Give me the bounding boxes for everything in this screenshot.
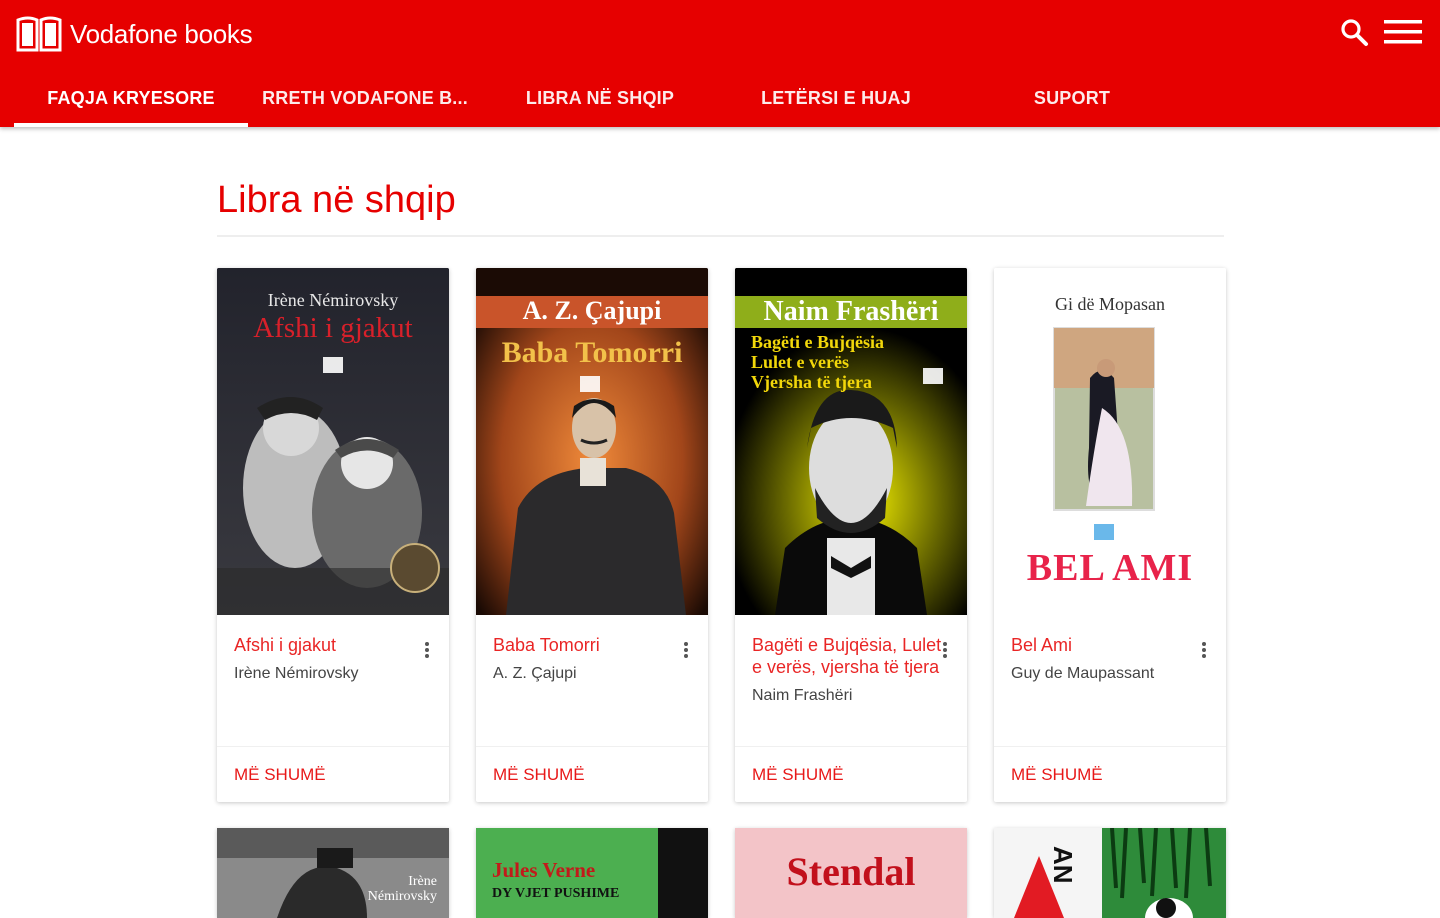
cover-line: Vjersha të tjera <box>751 372 872 392</box>
book-card[interactable]: Irène Némirovsky Afshi i gjakut Afshi i … <box>217 268 449 802</box>
more-button[interactable]: MË SHUMË <box>234 765 326 785</box>
more-vert-icon[interactable] <box>935 638 955 662</box>
tab-rreth-vodafone[interactable]: RRETH VODAFONE B... <box>248 70 482 127</box>
tab-label: RRETH VODAFONE B... <box>262 88 468 108</box>
card-actions: MË SHUMË <box>994 746 1226 802</box>
cover-line: Bagëti e Bujqësia <box>751 332 884 352</box>
divider <box>217 235 1224 237</box>
tab-suport[interactable]: SUPORT <box>954 70 1190 127</box>
book-cover[interactable]: Irène Némirovsky Afshi i gjakut <box>217 268 449 615</box>
cover-author: Naim Frashëri <box>763 296 939 327</box>
card-actions: MË SHUMË <box>217 746 449 802</box>
more-vert-icon[interactable] <box>676 638 696 662</box>
brand-name: Vodafone books <box>70 18 253 49</box>
book-card[interactable]: Naim Frashëri Bagëti e Bujqësia Lulet e … <box>735 268 967 802</box>
book-cover[interactable]: A. Z. Çajupi Baba Tomorri <box>476 268 708 615</box>
more-button[interactable]: MË SHUMË <box>1011 765 1103 785</box>
book-card[interactable]: Irène Némirovsky <box>217 828 449 918</box>
cover-author: Jules Verne <box>492 858 596 882</box>
book-card[interactable]: Stendal <box>735 828 967 918</box>
tab-label: SUPORT <box>1033 88 1111 108</box>
brand[interactable]: Vodafone books <box>16 14 253 54</box>
book-title[interactable]: Baba Tomorri <box>493 634 683 656</box>
book-cover[interactable]: Naim Frashëri Bagëti e Bujqësia Lulet e … <box>735 268 967 615</box>
book-author: Naim Frashëri <box>752 687 853 704</box>
book-author: Irène Némirovsky <box>234 665 359 682</box>
card-actions: MË SHUMË <box>735 746 967 802</box>
tab-label: LETËRSI E HUAJ <box>761 88 911 108</box>
cover-title: Baba Tomorri <box>501 336 683 369</box>
cover-title: BEL AMI <box>1026 547 1194 589</box>
cover-title: AN <box>1048 846 1078 884</box>
tab-letersi-e-huaj[interactable]: LETËRSI E HUAJ <box>718 70 954 127</box>
book-author: A. Z. Çajupi <box>493 665 577 682</box>
book-title[interactable]: Afshi i gjakut <box>234 634 424 656</box>
search-icon[interactable] <box>1336 14 1372 50</box>
main-content: Libra në shqip Irène Némirovsky Afshi i <box>0 127 1440 918</box>
tab-bar: FAQJA KRYESORE RRETH VODAFONE B... LIBRA… <box>14 70 1190 127</box>
tab-label: FAQJA KRYESORE <box>47 88 215 108</box>
app-bar: Vodafone books FAQJA KRYESORE RRETH VODA… <box>0 0 1440 127</box>
page-title: Libra në shqip <box>217 179 456 221</box>
book-author: Guy de Maupassant <box>1011 665 1155 682</box>
cover-author: Gi dë Mopasan <box>1055 294 1165 314</box>
book-title[interactable]: Bagëti e Bujqësia, Lulet e verës, vjersh… <box>752 634 942 678</box>
book-logo-icon <box>16 16 62 52</box>
more-vert-icon[interactable] <box>417 638 437 662</box>
book-cover[interactable] <box>217 828 449 918</box>
more-button[interactable]: MË SHUMË <box>752 765 844 785</box>
book-card[interactable]: AN <box>994 828 1226 918</box>
cover-author: A. Z. Çajupi <box>522 296 662 325</box>
cover-subtitles: Bagëti e Bujqësia Lulet e verës Vjersha … <box>751 332 884 392</box>
tab-faqja-kryesore[interactable]: FAQJA KRYESORE <box>14 70 248 127</box>
cover-title: Stendal <box>786 849 916 894</box>
cover-line: Lulet e verës <box>751 352 849 372</box>
book-card[interactable]: Jules Verne DY VJET PUSHIME <box>476 828 708 918</box>
book-title[interactable]: Bel Ami <box>1011 634 1201 656</box>
more-vert-icon[interactable] <box>1194 638 1214 662</box>
tab-label: LIBRA NË SHQIP <box>525 88 675 108</box>
book-card[interactable]: A. Z. Çajupi Baba Tomorri Baba Tomorri A… <box>476 268 708 802</box>
book-cover[interactable] <box>994 828 1226 918</box>
book-cover[interactable]: Gi dë Mopasan BEL AMI <box>994 268 1226 615</box>
cover-author: Irène Némirovsky <box>267 290 399 310</box>
tab-libra-ne-shqip[interactable]: LIBRA NË SHQIP <box>482 70 718 127</box>
card-actions: MË SHUMË <box>476 746 708 802</box>
book-card[interactable]: Gi dë Mopasan BEL AMI Bel Ami Guy de Mau… <box>994 268 1226 802</box>
more-button[interactable]: MË SHUMË <box>493 765 585 785</box>
menu-icon[interactable] <box>1382 14 1424 50</box>
cover-title: Afshi i gjakut <box>253 312 413 344</box>
